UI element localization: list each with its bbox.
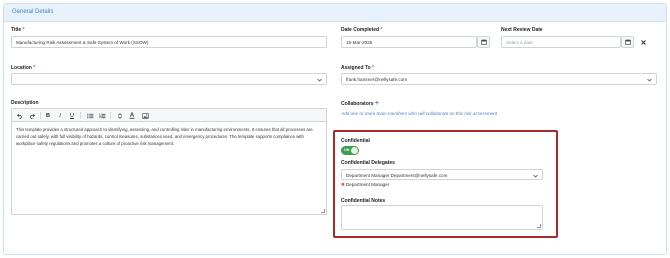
delegate-tag: ✖Department Manager <box>341 182 389 188</box>
underline-button[interactable]: U <box>67 111 77 120</box>
close-icon <box>641 39 646 45</box>
bullet-list-icon[interactable] <box>85 111 95 120</box>
chevron-down-icon <box>647 78 652 82</box>
confidential-delegates-select[interactable]: Department Manager Department@nellysafe.… <box>341 169 543 180</box>
panel-title: General Details <box>12 9 54 15</box>
bold-button[interactable]: B <box>43 111 53 120</box>
redo-icon[interactable] <box>27 111 37 120</box>
assigned-to-value: frank.hammer@nellysafe.com <box>346 77 408 82</box>
resize-handle[interactable] <box>537 224 541 228</box>
numbered-list-icon[interactable] <box>97 111 107 120</box>
collaborators-label: Collaborators + <box>341 100 379 107</box>
next-review-date-input[interactable]: Select a date <box>501 36 621 48</box>
location-select[interactable] <box>11 73 327 85</box>
chevron-down-icon <box>317 78 322 82</box>
resize-handle[interactable] <box>321 209 325 213</box>
add-collaborator-button[interactable]: + <box>375 100 379 107</box>
chevron-down-icon <box>533 174 538 178</box>
remove-delegate-icon[interactable]: ✖ <box>341 182 345 187</box>
confidential-notes-label: Confidential Notes <box>341 198 386 204</box>
description-editor[interactable]: B I U This template provides a structure… <box>11 108 327 215</box>
confidential-notes-textarea[interactable] <box>341 205 543 230</box>
font-size-icon[interactable] <box>115 111 125 120</box>
calendar-icon <box>624 39 631 45</box>
description-label: Description <box>11 100 39 106</box>
confidential-delegates-label: Confidential Delegates <box>341 160 395 166</box>
assigned-to-select[interactable]: frank.hammer@nellysafe.com <box>341 73 657 85</box>
undo-icon[interactable] <box>15 111 25 120</box>
editor-toolbar: B I U <box>12 109 326 122</box>
delegates-value: Department Manager Department@nellysafe.… <box>346 172 448 178</box>
collaborators-hint-link[interactable]: Add one or more team members who will co… <box>341 111 497 116</box>
toggle-on-text: ON <box>344 148 350 152</box>
date-completed-input[interactable]: 16-Mar-2026 <box>341 36 477 48</box>
confidential-toggle[interactable]: ON <box>341 146 359 155</box>
location-label: Location * <box>11 65 36 71</box>
title-input[interactable]: Manufacturing Risk Assessment & Safe Sys… <box>11 36 327 48</box>
toggle-knob <box>351 147 358 154</box>
italic-button[interactable]: I <box>55 111 65 120</box>
text-color-icon[interactable] <box>127 111 137 120</box>
calendar-icon <box>480 39 487 45</box>
next-review-calendar-button[interactable] <box>621 36 634 48</box>
confidential-label: Confidential <box>341 138 370 144</box>
assigned-to-label: Assigned To * <box>341 65 374 71</box>
panel-header: General Details <box>4 4 666 22</box>
title-label: Title * <box>11 27 25 33</box>
date-completed-calendar-button[interactable] <box>477 36 490 48</box>
date-completed-label: Date Completed * <box>341 27 383 33</box>
next-review-date-label: Next Review Date <box>501 27 543 33</box>
image-icon[interactable] <box>140 111 150 120</box>
description-text: This template provides a structured appr… <box>16 127 313 146</box>
clear-date-button[interactable] <box>637 36 650 48</box>
delegate-tag-label: Department Manager <box>345 182 390 187</box>
